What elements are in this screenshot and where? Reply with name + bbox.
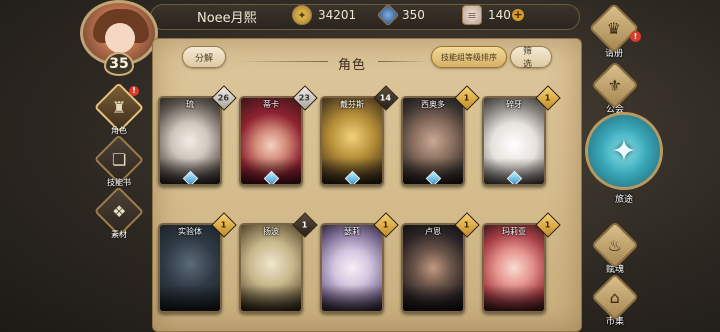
card-shade: [241, 285, 301, 311]
hero-card[interactable]: 西奥多: [401, 96, 465, 186]
hero-level: 1: [464, 220, 470, 230]
add-stamina-button[interactable]: +: [512, 9, 524, 21]
card-shade: [403, 285, 463, 311]
market-stall-icon: ⌂: [590, 272, 640, 322]
avatar-face: [105, 23, 135, 53]
market-button[interactable]: ⌂ 市集: [590, 272, 640, 327]
winged-crest-icon: ♛: [588, 2, 640, 54]
hero-name: 玛莉亚: [502, 227, 526, 236]
stamina-value: 140: [488, 8, 511, 22]
filter-button[interactable]: 筛选: [510, 46, 552, 70]
tab-material[interactable]: ❖ 素材: [93, 186, 145, 239]
hero-card[interactable]: 蒂卡: [239, 96, 303, 186]
hero-card[interactable]: 瑟莉: [320, 223, 384, 313]
player-name: Noee月熙: [197, 11, 257, 26]
card-shade: [484, 285, 544, 311]
guild-button[interactable]: ⚜ 公会: [590, 60, 640, 115]
hero-name: 戴芬斯: [340, 100, 364, 109]
hero-card[interactable]: 卢恩: [401, 223, 465, 313]
tab-material-label: 素材: [111, 230, 127, 239]
hero-level: 14: [380, 93, 392, 103]
hero-level: 26: [218, 93, 230, 103]
hero-name: 琉: [186, 100, 194, 109]
hero-name: 碎牙: [506, 100, 522, 109]
register-button[interactable]: ♛ 请册: [588, 2, 640, 59]
journey-button[interactable]: ✦ 旅途: [585, 112, 663, 205]
hero-name: 实验体: [178, 227, 202, 236]
tab-skill-book[interactable]: ❏ 技能书: [93, 134, 145, 187]
hero-name: 西奥多: [421, 100, 445, 109]
blue-crystal-icon: [376, 3, 400, 27]
hero-card[interactable]: 戴芬斯: [320, 96, 384, 186]
stamina-scroll-icon: ≡: [462, 5, 482, 25]
panel-title: 角色: [338, 58, 367, 73]
hero-level: 1: [464, 93, 470, 103]
tab-role-label: 角色: [111, 126, 127, 135]
hero-name: 扬波: [263, 227, 279, 236]
hero-card[interactable]: 实验体: [158, 223, 222, 313]
hero-level: 23: [299, 93, 311, 103]
flame-icon: ♨: [590, 220, 640, 270]
title-divider-left: [238, 61, 328, 62]
hero-card[interactable]: 扬波: [239, 223, 303, 313]
journey-compass-icon: ✦: [585, 112, 663, 190]
gold-value: 34201: [318, 8, 357, 22]
decompose-button[interactable]: 分解: [182, 46, 226, 68]
hero-level: 1: [545, 220, 551, 230]
title-divider-right: [378, 61, 428, 62]
hero-card[interactable]: 琉: [158, 96, 222, 186]
gold-resource[interactable]: ✦ 34201: [292, 4, 356, 26]
card-shade: [160, 285, 220, 311]
hero-level: 1: [302, 220, 308, 230]
gem-value: 350: [402, 8, 425, 22]
game-screen: Noee月熙 ✦ 34201 350 ≡ 140 + 35 ♜ 角色 ! ❏ 技…: [0, 0, 720, 332]
player-level-badge: 35: [104, 52, 134, 76]
hero-card[interactable]: 玛莉亚: [482, 223, 546, 313]
role-alert-badge: !: [129, 86, 139, 96]
tab-skill-label: 技能书: [107, 178, 131, 187]
sort-button[interactable]: 技能组等级排序: [431, 46, 507, 68]
gem-resource[interactable]: 350: [376, 3, 425, 27]
hero-name: 瑟莉: [344, 227, 360, 236]
hero-level: 1: [545, 93, 551, 103]
hero-card[interactable]: 碎牙: [482, 96, 546, 186]
tab-role[interactable]: ♜ 角色 !: [93, 82, 145, 135]
talent-button[interactable]: ♨ 赋魂: [590, 220, 640, 275]
hero-level: 1: [221, 220, 227, 230]
register-alert-badge: !: [630, 31, 641, 42]
gold-coin-icon: ✦: [292, 5, 312, 25]
stamina-resource[interactable]: ≡ 140: [462, 4, 511, 26]
hero-level: 1: [383, 220, 389, 230]
hero-name: 卢恩: [425, 227, 441, 236]
hero-name: 蒂卡: [263, 100, 279, 109]
guild-emblem-icon: ⚜: [590, 60, 640, 110]
journey-label: 旅途: [614, 195, 633, 205]
card-shade: [322, 285, 382, 311]
